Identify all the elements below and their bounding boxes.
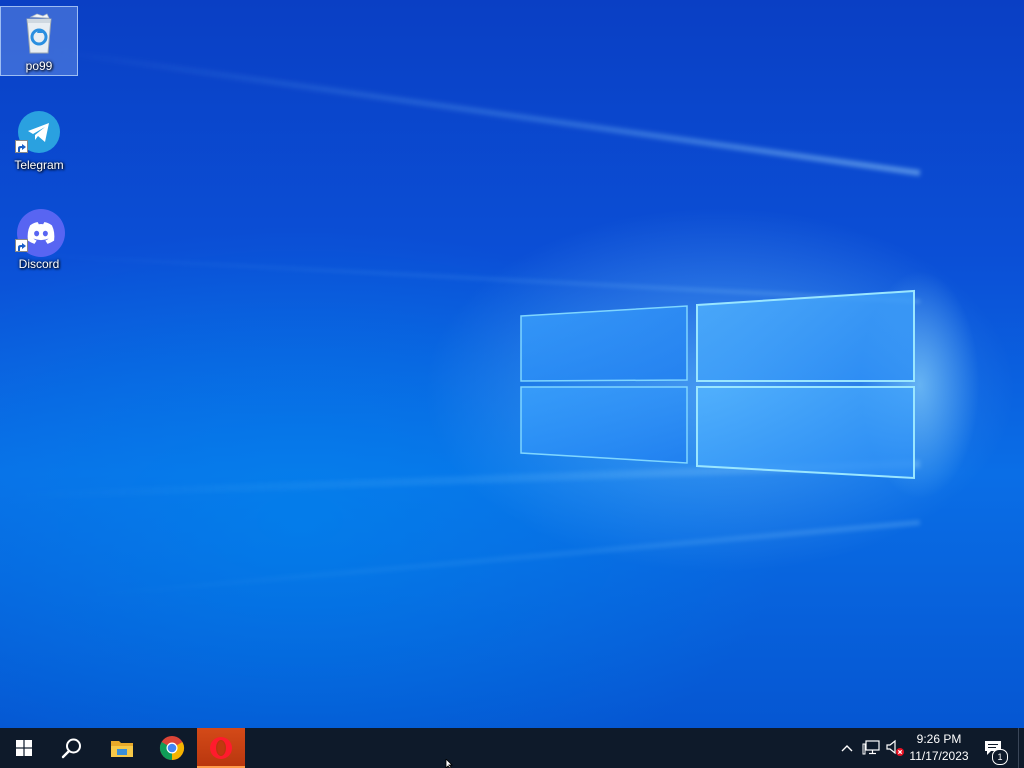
show-desktop-button[interactable] [1018, 728, 1024, 768]
mouse-cursor-icon [445, 759, 453, 768]
taskbar-file-explorer[interactable] [98, 728, 146, 768]
file-explorer-icon [111, 741, 133, 757]
desktop-icon-label: Telegram [14, 158, 64, 172]
volume-button[interactable] [884, 728, 906, 768]
desktop-icon-label: po99 [25, 59, 53, 73]
shortcut-arrow-icon [15, 140, 28, 153]
desktop-icon-discord[interactable]: Discord [1, 205, 77, 273]
network-button[interactable] [860, 728, 882, 768]
recycle-bin-icon [17, 11, 61, 55]
clock-time: 9:26 PM [916, 732, 962, 746]
opera-icon [210, 737, 232, 759]
windows-logo-wallpaper [520, 289, 915, 480]
show-hidden-icons-button[interactable] [836, 728, 858, 768]
desktop-icon-telegram[interactable]: Telegram [1, 106, 77, 174]
network-icon [862, 740, 880, 755]
chrome-icon [159, 736, 185, 760]
clock-date: 11/17/2023 [909, 749, 969, 763]
desktop[interactable]: po99 Telegram Discord [0, 0, 1024, 728]
taskbar-chrome[interactable] [148, 728, 196, 768]
volume-muted-icon [886, 739, 904, 756]
clock[interactable]: 9:26 PM 11/17/2023 [904, 731, 974, 765]
desktop-icon-po99[interactable]: po99 [0, 6, 78, 76]
search-icon [61, 738, 81, 759]
chevron-up-icon [841, 745, 853, 752]
windows-start-icon [16, 740, 32, 756]
start-button[interactable] [0, 728, 48, 768]
search-button[interactable] [48, 728, 96, 768]
notification-count-badge: 1 [992, 749, 1008, 765]
taskbar-opera[interactable] [197, 728, 245, 768]
taskbar: 9:26 PM 11/17/2023 [0, 728, 1024, 768]
desktop-icon-label: Discord [18, 257, 60, 271]
shortcut-arrow-icon [15, 239, 28, 252]
